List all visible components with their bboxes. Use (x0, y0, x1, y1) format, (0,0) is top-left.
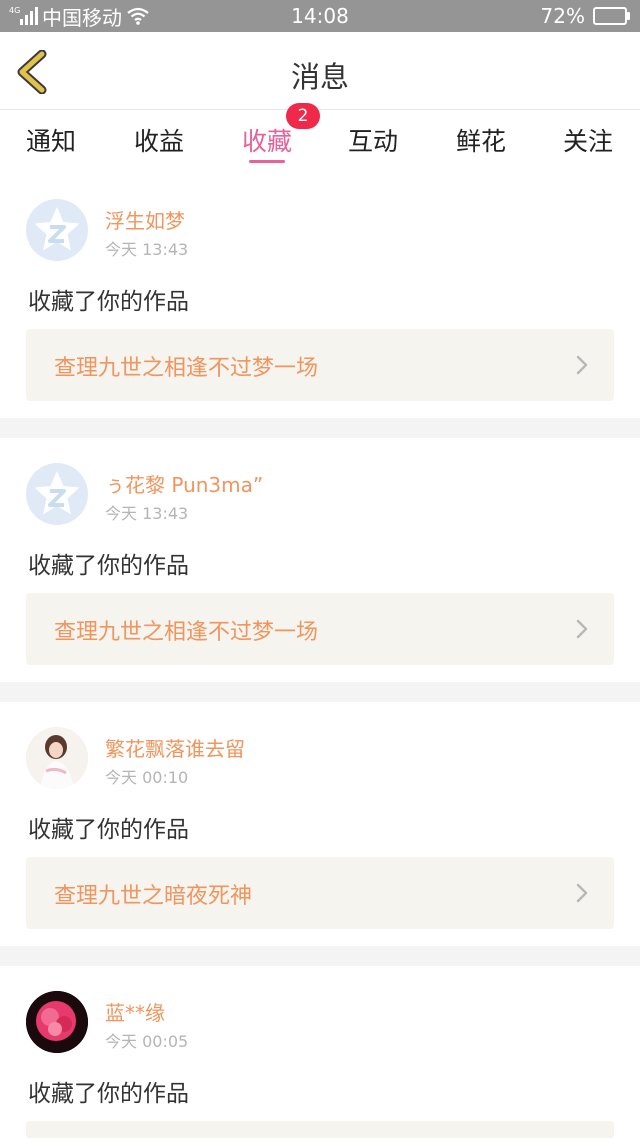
tab-follows[interactable]: 关注 (548, 122, 628, 158)
default-star-avatar-icon (34, 207, 80, 251)
feed-item: 蓝**缘 今天 00:05 收藏了你的作品 (0, 966, 640, 1138)
tab-interactions[interactable]: 互动 (333, 122, 413, 158)
feed-item: ぅ花黎 Pun3ma” 今天 13:43 收藏了你的作品 查理九世之相逢不过梦一… (0, 438, 640, 682)
status-right: 72% (541, 4, 630, 28)
action-text: 收藏了你的作品 (28, 553, 189, 579)
carrier-label: 中国移动 (42, 5, 122, 30)
default-star-avatar-icon (34, 471, 80, 515)
action-text: 收藏了你的作品 (28, 1081, 189, 1107)
work-link[interactable] (26, 1121, 614, 1138)
user-name[interactable]: 浮生如梦 (105, 205, 185, 234)
tab-flowers[interactable]: 鲜花 (441, 122, 521, 158)
status-bar: 4G 中国移动 14:08 72% (0, 0, 640, 32)
header: 消息 (0, 32, 640, 110)
battery-percent: 72% (540, 4, 585, 28)
timestamp: 今天 00:05 (105, 1032, 189, 1051)
active-tab-indicator (249, 160, 285, 163)
timestamp: 今天 13:43 (105, 240, 189, 259)
feed-item: 繁花飘落谁去留 今天 00:10 收藏了你的作品 查理九世之暗夜死神 (0, 702, 640, 946)
photo-avatar-icon (26, 991, 88, 1053)
work-title: 查理九世之相逢不过梦一场 (54, 620, 319, 645)
page-title: 消息 (290, 60, 349, 94)
avatar[interactable] (26, 991, 88, 1053)
avatar[interactable] (26, 727, 88, 789)
avatar[interactable] (26, 199, 88, 261)
work-link[interactable]: 查理九世之相逢不过梦一场 (26, 329, 614, 401)
feed-item: 浮生如梦 今天 13:43 收藏了你的作品 查理九世之相逢不过梦一场 (0, 174, 640, 418)
timestamp: 今天 00:10 (105, 768, 189, 787)
tab-notifications[interactable]: 通知 (11, 122, 91, 158)
wifi-icon (126, 7, 150, 25)
user-name[interactable]: 繁花飘落谁去留 (105, 733, 245, 762)
chevron-right-icon (576, 619, 588, 639)
user-name[interactable]: 蓝**缘 (105, 997, 165, 1026)
avatar[interactable] (26, 463, 88, 525)
timestamp: 今天 13:43 (105, 504, 189, 523)
battery-icon (593, 7, 630, 25)
user-name[interactable]: ぅ花黎 Pun3ma” (105, 469, 263, 498)
tab-bar: 通知 收益 收藏 互动 鲜花 关注 (0, 110, 640, 174)
work-link[interactable]: 查理九世之相逢不过梦一场 (26, 593, 614, 665)
chevron-right-icon (576, 883, 588, 903)
work-title: 查理九世之相逢不过梦一场 (54, 356, 319, 381)
favorites-badge: 2 (286, 103, 320, 129)
photo-avatar-icon (26, 727, 88, 789)
network-tag: 4G (9, 6, 21, 15)
chevron-right-icon (576, 355, 588, 375)
work-link[interactable]: 查理九世之暗夜死神 (26, 857, 614, 929)
action-text: 收藏了你的作品 (28, 817, 189, 843)
status-left: 4G 中国移动 (9, 2, 150, 31)
work-title: 查理九世之暗夜死神 (54, 884, 253, 909)
action-text: 收藏了你的作品 (28, 289, 189, 315)
tab-earnings[interactable]: 收益 (119, 122, 199, 158)
signal-icon: 4G (9, 6, 38, 25)
